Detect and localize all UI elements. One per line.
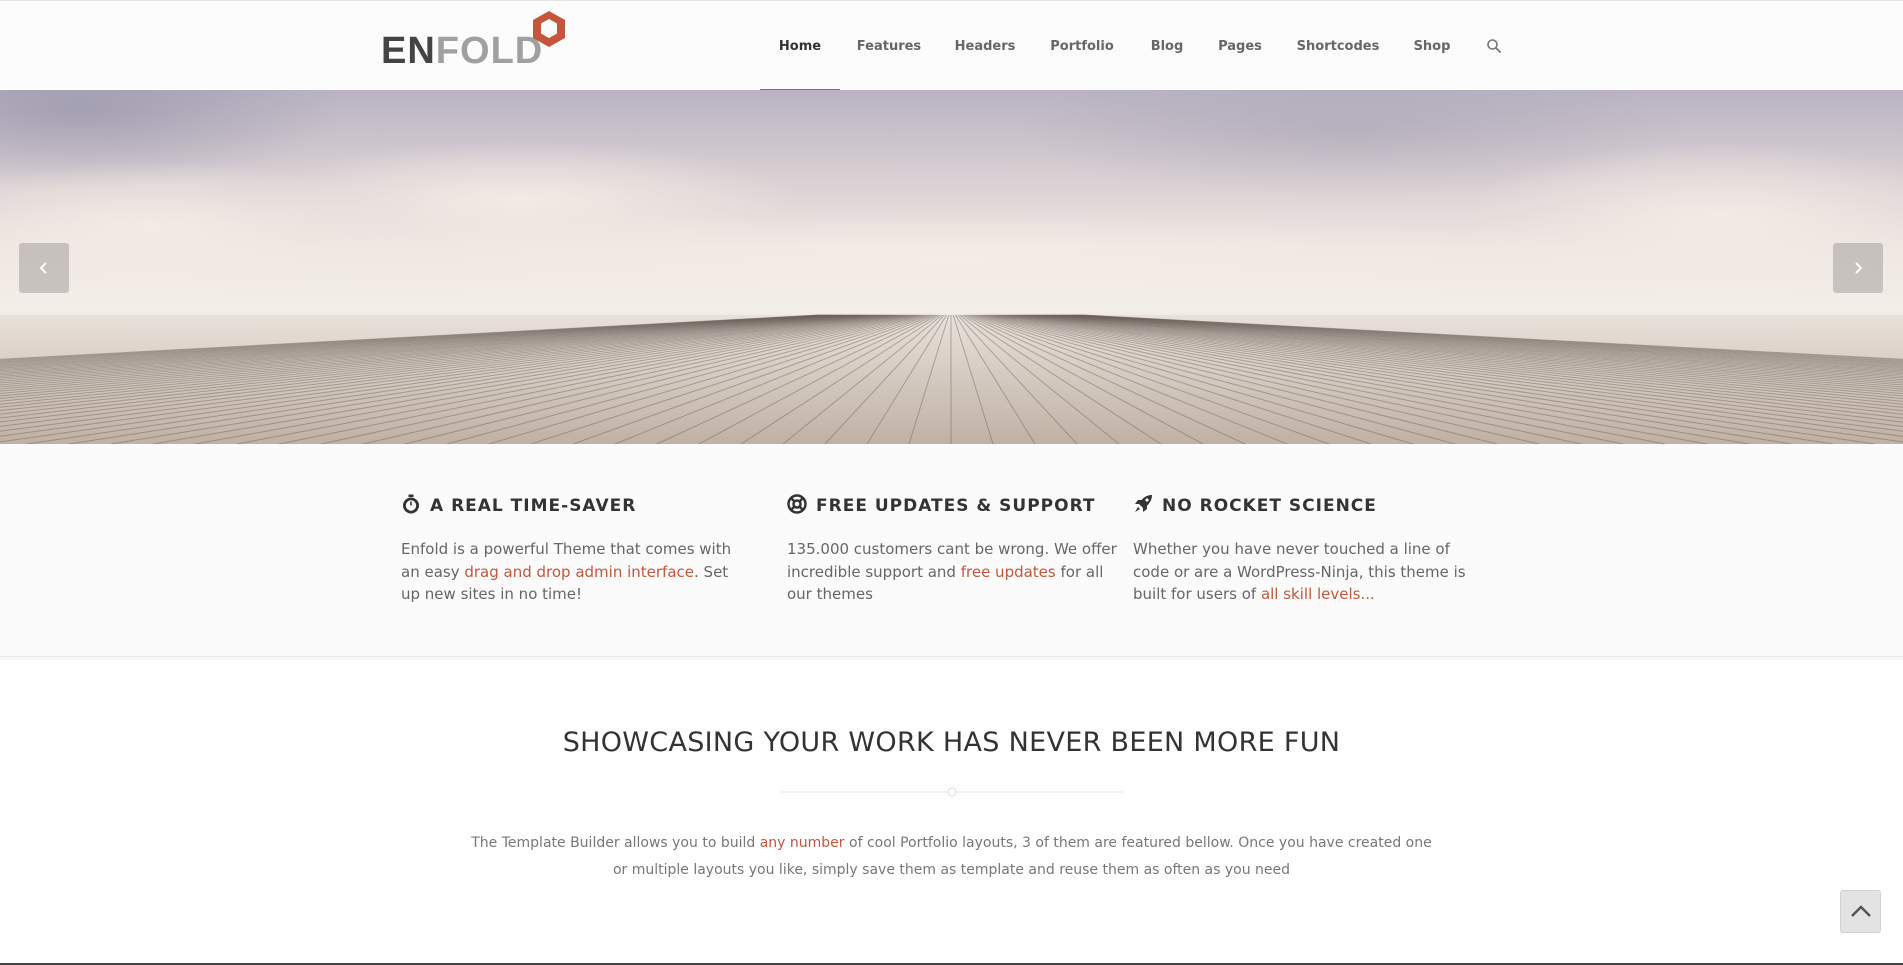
feature-description: 135.000 customers cant be wrong. We offe… [787, 538, 1132, 606]
showcase-text: The Template Builder allows you to build [471, 835, 760, 851]
feature-title: NO ROCKET SCIENCE [1133, 494, 1377, 518]
feature-link[interactable]: free updates [961, 563, 1056, 581]
feature-link[interactable]: all skill levels... [1261, 585, 1375, 603]
nav-blog[interactable]: Blog [1143, 1, 1191, 91]
feature-link[interactable]: drag and drop admin interface [464, 563, 694, 581]
chevron-up-icon [1851, 905, 1871, 917]
feature-description: Enfold is a powerful Theme that comes wi… [401, 538, 746, 606]
section-divider [781, 787, 1123, 797]
nav-shop[interactable]: Shop [1407, 1, 1457, 91]
hexagon-logo-icon [533, 11, 565, 47]
showcase-heading: SHOWCASING YOUR WORK HAS NEVER BEEN MORE… [562, 727, 1341, 758]
hero-slider [0, 90, 1903, 444]
nav-headers[interactable]: Headers [947, 1, 1023, 91]
nav-home[interactable]: Home [760, 1, 840, 91]
feature-description: Whether you have never touched a line of… [1133, 538, 1478, 606]
nav-shortcodes[interactable]: Shortcodes [1293, 1, 1383, 91]
nav-pages[interactable]: Pages [1213, 1, 1267, 91]
lifebuoy-icon [787, 494, 807, 514]
feature-title: A REAL TIME-SAVER [401, 494, 636, 518]
site-header: ENFOLD Home Features Headers Portfolio B… [0, 0, 1903, 91]
nav-portfolio[interactable]: Portfolio [1043, 1, 1121, 91]
slider-prev-button[interactable] [19, 243, 69, 293]
feature-title-text: NO ROCKET SCIENCE [1162, 496, 1377, 516]
scroll-to-top-button[interactable] [1840, 890, 1881, 933]
stopwatch-icon [403, 494, 419, 514]
chevron-left-icon [39, 262, 47, 274]
showcase-link[interactable]: any number [760, 835, 845, 851]
showcase-description: The Template Builder allows you to build… [470, 830, 1433, 884]
logo-text-en: EN [381, 30, 436, 72]
hero-image [0, 90, 1903, 444]
nav-features[interactable]: Features [850, 1, 928, 91]
logo-wordmark: ENFOLD [381, 31, 543, 71]
feature-title-text: A REAL TIME-SAVER [430, 496, 637, 516]
feature-title: FREE UPDATES & SUPPORT [787, 494, 1096, 518]
features-section: A REAL TIME-SAVER Enfold is a powerful T… [0, 444, 1903, 657]
feature-title-text: FREE UPDATES & SUPPORT [816, 496, 1096, 516]
slider-next-button[interactable] [1833, 243, 1883, 293]
search-icon[interactable] [1486, 38, 1502, 54]
chevron-right-icon [1855, 262, 1863, 274]
rocket-icon [1135, 495, 1152, 512]
site-logo[interactable]: ENFOLD [381, 9, 571, 71]
logo-text-fold: FOLD [435, 30, 544, 72]
